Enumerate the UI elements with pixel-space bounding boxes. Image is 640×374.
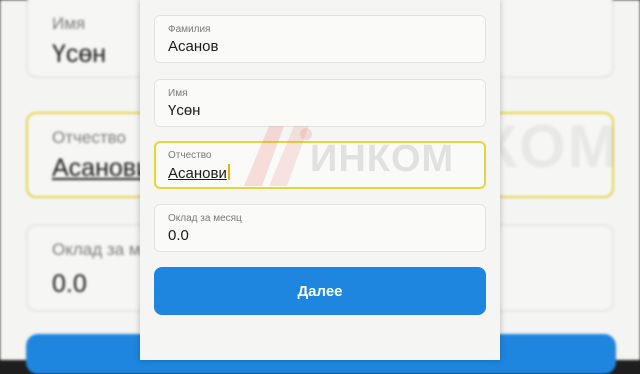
name-label: Имя bbox=[168, 88, 188, 99]
patronymic-value: Асанови bbox=[168, 165, 227, 182]
bg-salary-value: 0.0 bbox=[52, 270, 87, 298]
surname-field[interactable]: Фамилия Асанов bbox=[154, 15, 486, 63]
name-value: Үсөн bbox=[168, 102, 201, 119]
salary-field[interactable]: Оклад за месяц 0.0 bbox=[154, 204, 486, 252]
surname-label: Фамилия bbox=[168, 24, 211, 35]
bg-name-label: Имя bbox=[52, 14, 86, 33]
bg-patronymic-value: Асанови bbox=[52, 154, 151, 182]
surname-value: Асанов bbox=[168, 38, 219, 55]
bg-name-value: Үсөн bbox=[52, 40, 107, 68]
bg-patronymic-label: Отчество bbox=[52, 128, 126, 147]
salary-label: Оклад за месяц bbox=[168, 213, 242, 224]
name-field[interactable]: Имя Үсөн bbox=[154, 79, 486, 127]
text-caret bbox=[227, 164, 230, 180]
next-button[interactable]: Далее bbox=[154, 267, 486, 315]
phone-screen: Фамилия Асанов Имя Үсөн Отчество Асанови… bbox=[140, 0, 500, 360]
patronymic-label: Отчество bbox=[168, 150, 212, 161]
patronymic-input[interactable]: Асанови bbox=[168, 164, 230, 182]
salary-value: 0.0 bbox=[168, 227, 189, 244]
watermark-text: ИНКОМ bbox=[310, 138, 455, 180]
